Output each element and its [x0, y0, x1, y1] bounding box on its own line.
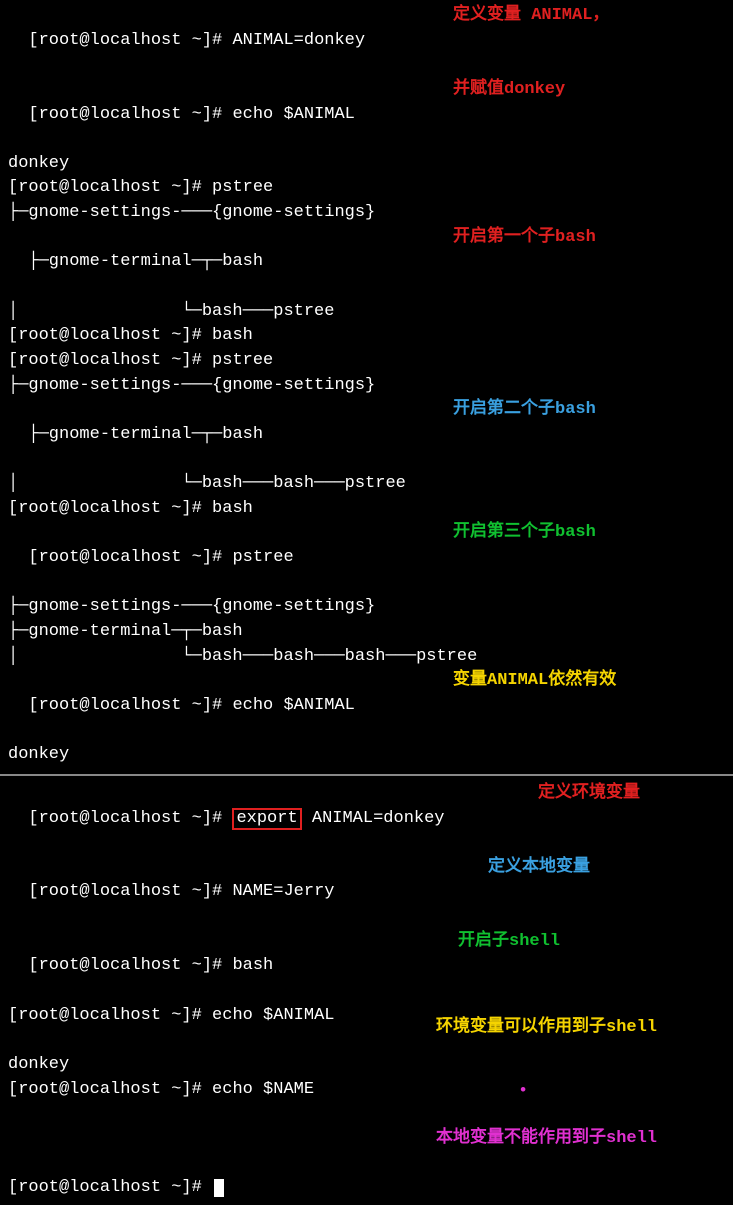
prompt: [root@localhost ~]# — [28, 696, 232, 715]
output: ├─gnome-settings-───{gnome-settings} — [8, 203, 375, 222]
term-line: donkey — [8, 743, 725, 768]
term-line: │ └─bash───pstree — [8, 300, 725, 325]
output — [8, 1129, 18, 1148]
term-line: [root@localhost ~]# — [8, 1176, 725, 1201]
cmd: echo $ANIMAL — [232, 696, 354, 715]
output: ├─gnome-settings-───{gnome-settings} — [8, 376, 375, 395]
cmd: bash — [212, 326, 253, 345]
annotation: 开启第三个子bash — [453, 521, 596, 546]
term-line: donkey — [8, 1053, 725, 1078]
cmd: bash — [212, 499, 253, 518]
cmd: echo $NAME — [212, 1080, 314, 1099]
annotation: 本地变量不能作用到子shell — [436, 1127, 657, 1152]
prompt: [root@localhost ~]# — [8, 326, 212, 345]
prompt: [root@localhost ~]# — [28, 548, 232, 567]
term-line: ├─gnome-settings-───{gnome-settings} — [8, 374, 725, 399]
output: ├─gnome-terminal─┬─bash — [28, 252, 263, 271]
output: donkey — [8, 745, 69, 764]
term-line: [root@localhost ~]# echo $ANIMAL 变量ANIMA… — [8, 669, 725, 743]
term-line: 本地变量不能作用到子shell — [8, 1127, 725, 1176]
term-line: [root@localhost ~]# echo $NAME • — [8, 1078, 725, 1127]
output: donkey — [8, 154, 69, 173]
output: ├─gnome-terminal─┬─bash — [28, 425, 263, 444]
term-line: ├─gnome-settings-───{gnome-settings} — [8, 201, 725, 226]
output: │ └─bash───pstree — [8, 302, 334, 321]
term-line: ├─gnome-terminal─┬─bash 开启第二个子bash — [8, 398, 725, 472]
cmd: NAME=Jerry — [232, 882, 334, 901]
output: donkey — [8, 1055, 69, 1074]
term-line: ├─gnome-settings-───{gnome-settings} — [8, 595, 725, 620]
term-line: [root@localhost ~]# pstree — [8, 349, 725, 374]
cmd: pstree — [232, 548, 293, 567]
prompt: [root@localhost ~]# — [28, 956, 232, 975]
annotation: 变量ANIMAL依然有效 — [453, 669, 616, 694]
annotation: 并赋值donkey — [453, 78, 565, 103]
prompt: [root@localhost ~]# — [28, 882, 232, 901]
cmd: pstree — [212, 351, 273, 370]
output: │ └─bash───bash───pstree — [8, 474, 406, 493]
term-line: [root@localhost ~]# bash — [8, 324, 725, 349]
annotation: 开启第一个子bash — [453, 226, 596, 251]
term-line: [root@localhost ~]# echo $ANIMAL 并赋值donk… — [8, 78, 725, 152]
prompt: [root@localhost ~]# — [28, 105, 232, 124]
term-line: [root@localhost ~]# NAME=Jerry 定义本地变量 — [8, 856, 725, 930]
term-line: [root@localhost ~]# bash 开启子shell — [8, 930, 725, 1004]
prompt: [root@localhost ~]# — [8, 1080, 212, 1099]
prompt: [root@localhost ~]# — [8, 178, 212, 197]
term-line: donkey — [8, 152, 725, 177]
section-divider — [0, 774, 733, 776]
prompt: [root@localhost ~]# — [28, 809, 232, 828]
term-line: [root@localhost ~]# pstree — [8, 176, 725, 201]
cursor-icon[interactable] — [214, 1179, 224, 1197]
term-line: [root@localhost ~]# pstree 开启第三个子bash — [8, 521, 725, 595]
term-line: │ └─bash───bash───bash───pstree — [8, 645, 725, 670]
cmd: bash — [232, 956, 273, 975]
prompt: [root@localhost ~]# — [28, 31, 232, 50]
term-line: ├─gnome-terminal─┬─bash 开启第一个子bash — [8, 226, 725, 300]
output: ├─gnome-terminal─┬─bash — [8, 622, 243, 641]
export-highlight-box: export — [232, 808, 301, 831]
term-line: [root@localhost ~]# bash — [8, 497, 725, 522]
prompt: [root@localhost ~]# — [8, 499, 212, 518]
annotation: 定义本地变量 — [488, 856, 590, 881]
cmd: echo $ANIMAL — [212, 1006, 334, 1025]
term-line: │ └─bash───bash───pstree — [8, 472, 725, 497]
prompt: [root@localhost ~]# — [8, 1178, 212, 1197]
prompt: [root@localhost ~]# — [8, 351, 212, 370]
term-line: ├─gnome-terminal─┬─bash — [8, 620, 725, 645]
annotation: 开启第二个子bash — [453, 398, 596, 423]
cmd: ANIMAL=donkey — [232, 31, 365, 50]
output: │ └─bash───bash───bash───pstree — [8, 647, 477, 666]
dot-icon: • — [518, 1080, 528, 1105]
output: ├─gnome-settings-───{gnome-settings} — [8, 597, 375, 616]
annotation: 环境变量可以作用到子shell — [436, 1016, 657, 1041]
cmd: echo $ANIMAL — [232, 105, 354, 124]
cmd: ANIMAL=donkey — [302, 809, 445, 828]
cmd: pstree — [212, 178, 273, 197]
annotation: 定义环境变量 — [538, 782, 640, 807]
annotation: 定义变量 ANIMAL， — [453, 4, 609, 29]
prompt: [root@localhost ~]# — [8, 1006, 212, 1025]
term-line: [root@localhost ~]# ANIMAL=donkey 定义变量 A… — [8, 4, 725, 78]
term-line: [root@localhost ~]# export ANIMAL=donkey… — [8, 782, 725, 856]
term-line: [root@localhost ~]# echo $ANIMAL 环境变量可以作… — [8, 1004, 725, 1053]
annotation: 开启子shell — [458, 930, 560, 955]
